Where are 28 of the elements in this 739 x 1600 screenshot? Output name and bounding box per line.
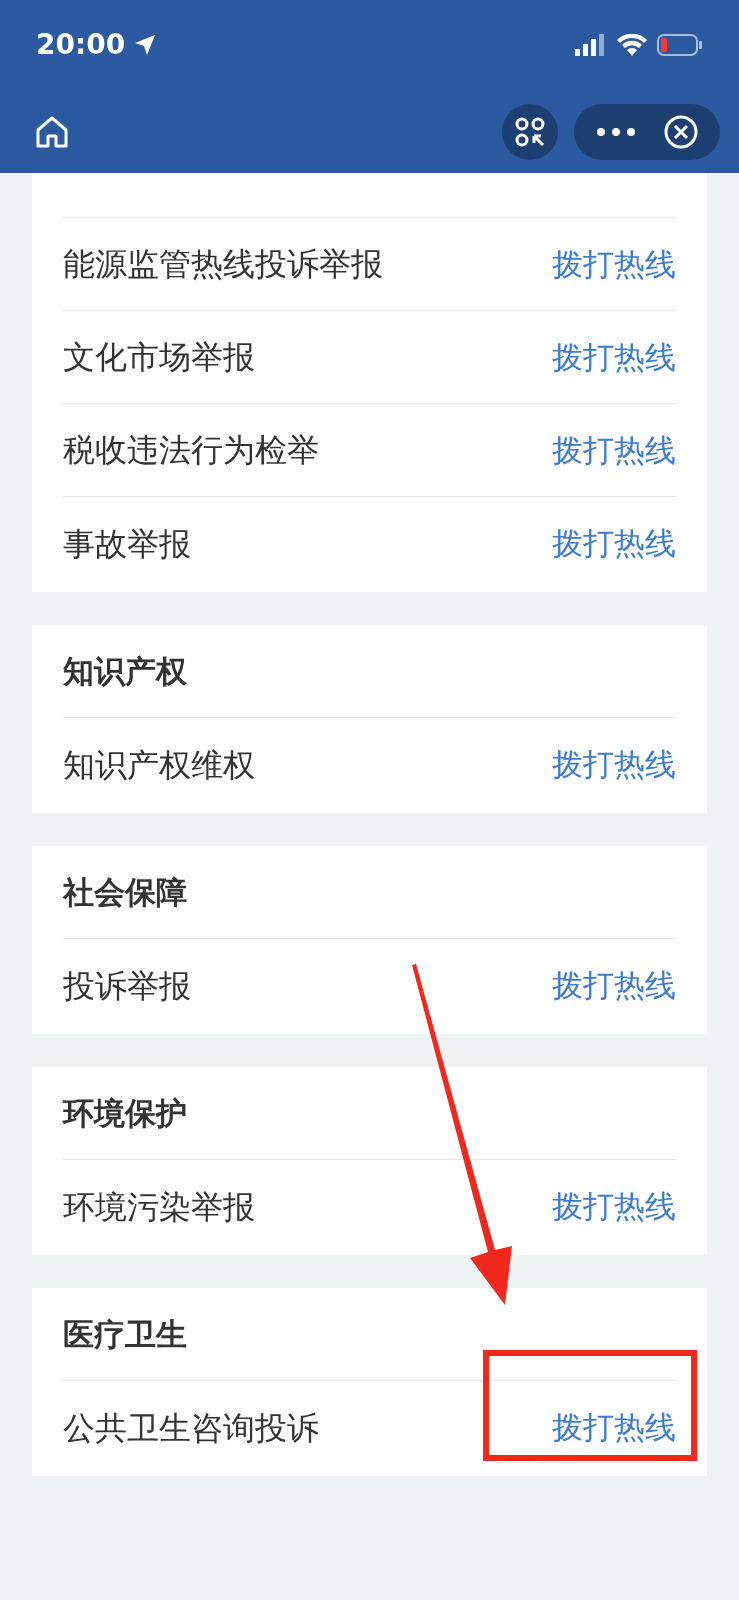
item-label: 投诉举报 (63, 965, 191, 1007)
item-label: 税收违法行为检举 (63, 430, 319, 471)
item-label: 公共卫生咨询投诉 (63, 1407, 319, 1449)
status-time: 20:00 (36, 27, 126, 63)
more-icon[interactable] (596, 126, 636, 137)
section-title: 医疗卫生 (63, 1314, 187, 1354)
call-hotline-link[interactable]: 拨打热线 (552, 962, 676, 1009)
call-hotline-link[interactable]: 拨打热线 (552, 426, 676, 474)
scan-icon (514, 115, 546, 148)
call-hotline-link[interactable]: 拨打热线 (552, 520, 676, 567)
section-title: 社会保障 (63, 872, 187, 912)
location-icon (133, 33, 158, 57)
close-icon[interactable] (664, 114, 698, 149)
call-hotline-link[interactable]: 拨打热线 (552, 333, 676, 381)
call-hotline-link[interactable]: 拨打热线 (552, 741, 676, 788)
call-hotline-link[interactable]: 拨打热线 (552, 1183, 676, 1230)
item-label: 文化市场举报 (63, 337, 255, 378)
call-hotline-link[interactable]: 拨打热线 (552, 240, 676, 288)
wifi-icon (617, 34, 647, 56)
call-hotline-link[interactable]: 拨打热线 (552, 1404, 676, 1451)
section-title: 知识产权 (63, 651, 187, 691)
item-label: 知识产权维权 (63, 744, 255, 786)
signal-icon (575, 34, 607, 56)
item-label: 事故举报 (63, 523, 191, 565)
item-label: 环境污染举报 (63, 1186, 255, 1228)
item-label: 能源监管热线投诉举报 (63, 244, 383, 285)
battery-icon (657, 34, 703, 56)
section-title: 环境保护 (63, 1093, 187, 1133)
